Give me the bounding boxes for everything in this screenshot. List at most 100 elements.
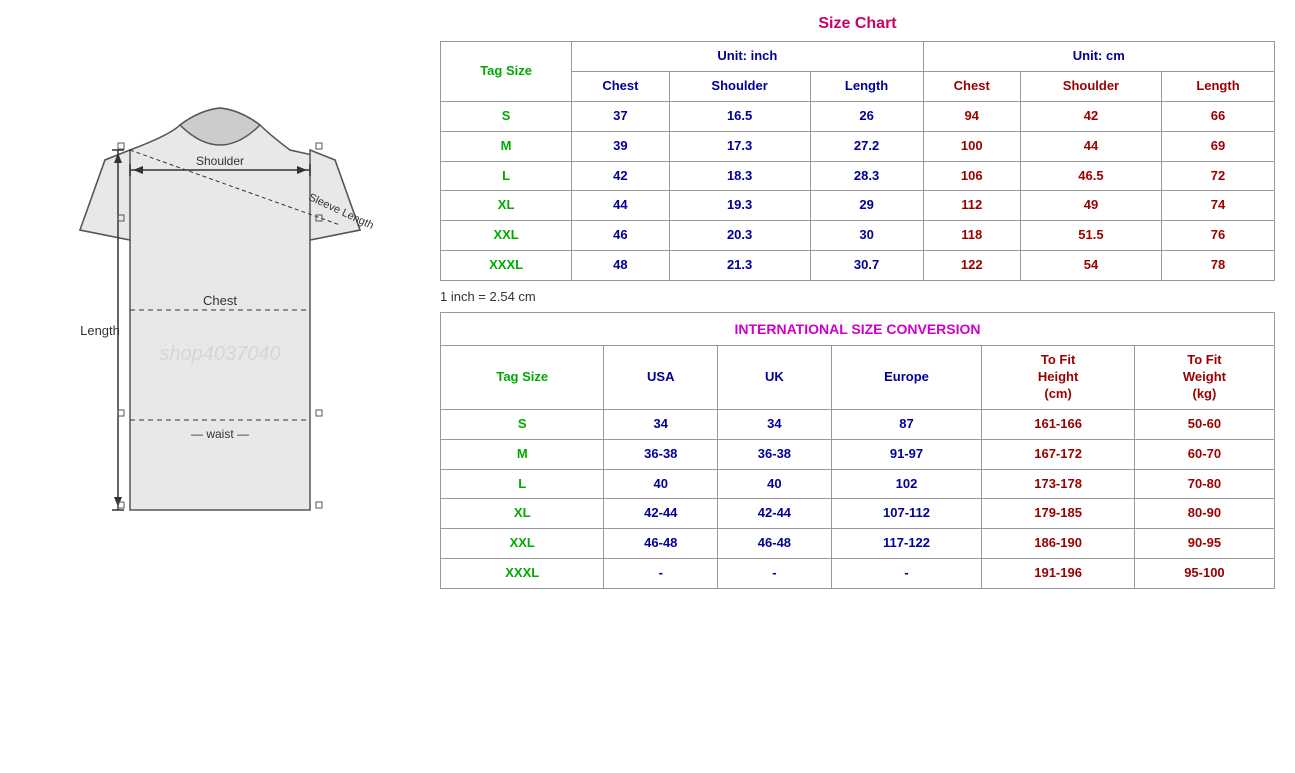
tag-size-header: Tag Size bbox=[441, 42, 572, 102]
length-inch-val: 27.2 bbox=[810, 131, 923, 161]
size-chart-row: XXXL 48 21.3 30.7 122 54 78 bbox=[441, 251, 1275, 281]
shoulder-inch-val: 16.5 bbox=[669, 101, 810, 131]
conv-tag-val: XL bbox=[441, 499, 604, 529]
chest-cm-val: 106 bbox=[923, 161, 1020, 191]
conv-europe-val: 91-97 bbox=[831, 439, 982, 469]
shoulder-cm-val: 54 bbox=[1020, 251, 1161, 281]
conv-europe-val: 102 bbox=[831, 469, 982, 499]
tag-size-val: L bbox=[441, 161, 572, 191]
conv-height-val: 179-185 bbox=[982, 499, 1135, 529]
conversion-row: XL 42-44 42-44 107-112 179-185 80-90 bbox=[441, 499, 1275, 529]
length-cm-val: 76 bbox=[1161, 221, 1274, 251]
conv-usa-val: 34 bbox=[604, 409, 718, 439]
conversion-title: INTERNATIONAL SIZE CONVERSION bbox=[440, 312, 1275, 345]
conv-usa-header: USA bbox=[604, 346, 718, 410]
conversion-row: L 40 40 102 173-178 70-80 bbox=[441, 469, 1275, 499]
chest-inch-val: 44 bbox=[572, 191, 669, 221]
inch-length-header: Length bbox=[810, 71, 923, 101]
conv-tag-val: XXXL bbox=[441, 559, 604, 589]
conv-uk-val: - bbox=[718, 559, 832, 589]
conv-uk-val: 46-48 bbox=[718, 529, 832, 559]
chest-cm-val: 112 bbox=[923, 191, 1020, 221]
svg-text:Shoulder: Shoulder bbox=[196, 154, 244, 168]
chest-inch-val: 46 bbox=[572, 221, 669, 251]
conv-tag-val: L bbox=[441, 469, 604, 499]
size-chart-row: XXL 46 20.3 30 118 51.5 76 bbox=[441, 221, 1275, 251]
conv-height-header: To FitHeight(cm) bbox=[982, 346, 1135, 410]
conv-usa-val: 40 bbox=[604, 469, 718, 499]
length-cm-val: 78 bbox=[1161, 251, 1274, 281]
inch-chest-header: Chest bbox=[572, 71, 669, 101]
conv-europe-val: - bbox=[831, 559, 982, 589]
conversion-row: S 34 34 87 161-166 50-60 bbox=[441, 409, 1275, 439]
length-cm-val: 74 bbox=[1161, 191, 1274, 221]
conv-usa-val: 46-48 bbox=[604, 529, 718, 559]
chest-cm-val: 94 bbox=[923, 101, 1020, 131]
note-text: 1 inch = 2.54 cm bbox=[440, 289, 1275, 304]
length-inch-val: 30.7 bbox=[810, 251, 923, 281]
conv-weight-header: To FitWeight(kg) bbox=[1134, 346, 1274, 410]
length-cm-val: 66 bbox=[1161, 101, 1274, 131]
shoulder-cm-val: 42 bbox=[1020, 101, 1161, 131]
conv-weight-val: 95-100 bbox=[1134, 559, 1274, 589]
conv-tag-header: Tag Size bbox=[441, 346, 604, 410]
conv-height-val: 186-190 bbox=[982, 529, 1135, 559]
conv-weight-val: 70-80 bbox=[1134, 469, 1274, 499]
size-chart-row: XL 44 19.3 29 112 49 74 bbox=[441, 191, 1275, 221]
length-inch-val: 26 bbox=[810, 101, 923, 131]
chest-cm-val: 100 bbox=[923, 131, 1020, 161]
conv-europe-val: 87 bbox=[831, 409, 982, 439]
inch-shoulder-header: Shoulder bbox=[669, 71, 810, 101]
conv-europe-header: Europe bbox=[831, 346, 982, 410]
shoulder-inch-val: 19.3 bbox=[669, 191, 810, 221]
chest-cm-val: 118 bbox=[923, 221, 1020, 251]
conv-weight-val: 90-95 bbox=[1134, 529, 1274, 559]
conversion-row: XXL 46-48 46-48 117-122 186-190 90-95 bbox=[441, 529, 1275, 559]
cm-length-header: Length bbox=[1161, 71, 1274, 101]
chest-inch-val: 48 bbox=[572, 251, 669, 281]
conv-uk-val: 36-38 bbox=[718, 439, 832, 469]
svg-text:Length: Length bbox=[80, 323, 120, 338]
chest-inch-val: 37 bbox=[572, 101, 669, 131]
unit-inch-header: Unit: inch bbox=[572, 42, 923, 72]
svg-text:Chest: Chest bbox=[203, 293, 237, 308]
tag-size-val: XXL bbox=[441, 221, 572, 251]
length-inch-val: 29 bbox=[810, 191, 923, 221]
size-chart-title: Size Chart bbox=[440, 15, 1275, 33]
conv-tag-val: S bbox=[441, 409, 604, 439]
cm-shoulder-header: Shoulder bbox=[1020, 71, 1161, 101]
conversion-row: M 36-38 36-38 91-97 167-172 60-70 bbox=[441, 439, 1275, 469]
shoulder-inch-val: 21.3 bbox=[669, 251, 810, 281]
conv-height-val: 173-178 bbox=[982, 469, 1135, 499]
conv-tag-val: M bbox=[441, 439, 604, 469]
tag-size-val: M bbox=[441, 131, 572, 161]
right-panel: Size Chart Tag Size Unit: inch Unit: cm … bbox=[430, 10, 1285, 602]
conv-weight-val: 60-70 bbox=[1134, 439, 1274, 469]
tag-size-val: S bbox=[441, 101, 572, 131]
chest-cm-val: 122 bbox=[923, 251, 1020, 281]
size-chart-row: L 42 18.3 28.3 106 46.5 72 bbox=[441, 161, 1275, 191]
conv-height-val: 191-196 bbox=[982, 559, 1135, 589]
shoulder-inch-val: 18.3 bbox=[669, 161, 810, 191]
tag-size-val: XL bbox=[441, 191, 572, 221]
length-inch-val: 28.3 bbox=[810, 161, 923, 191]
conv-usa-val: - bbox=[604, 559, 718, 589]
size-chart-row: M 39 17.3 27.2 100 44 69 bbox=[441, 131, 1275, 161]
unit-cm-header: Unit: cm bbox=[923, 42, 1274, 72]
svg-text:— waist —: — waist — bbox=[191, 427, 249, 441]
shoulder-cm-val: 44 bbox=[1020, 131, 1161, 161]
conversion-row: XXXL - - - 191-196 95-100 bbox=[441, 559, 1275, 589]
chest-inch-val: 42 bbox=[572, 161, 669, 191]
conv-uk-val: 40 bbox=[718, 469, 832, 499]
conv-uk-header: UK bbox=[718, 346, 832, 410]
tag-size-val: XXXL bbox=[441, 251, 572, 281]
conv-tag-val: XXL bbox=[441, 529, 604, 559]
size-chart-table: Tag Size Unit: inch Unit: cm Chest Shoul… bbox=[440, 41, 1275, 281]
conv-europe-val: 117-122 bbox=[831, 529, 982, 559]
conv-height-val: 161-166 bbox=[982, 409, 1135, 439]
conv-weight-val: 50-60 bbox=[1134, 409, 1274, 439]
conv-usa-val: 36-38 bbox=[604, 439, 718, 469]
conv-usa-val: 42-44 bbox=[604, 499, 718, 529]
conv-uk-val: 42-44 bbox=[718, 499, 832, 529]
conv-height-val: 167-172 bbox=[982, 439, 1135, 469]
